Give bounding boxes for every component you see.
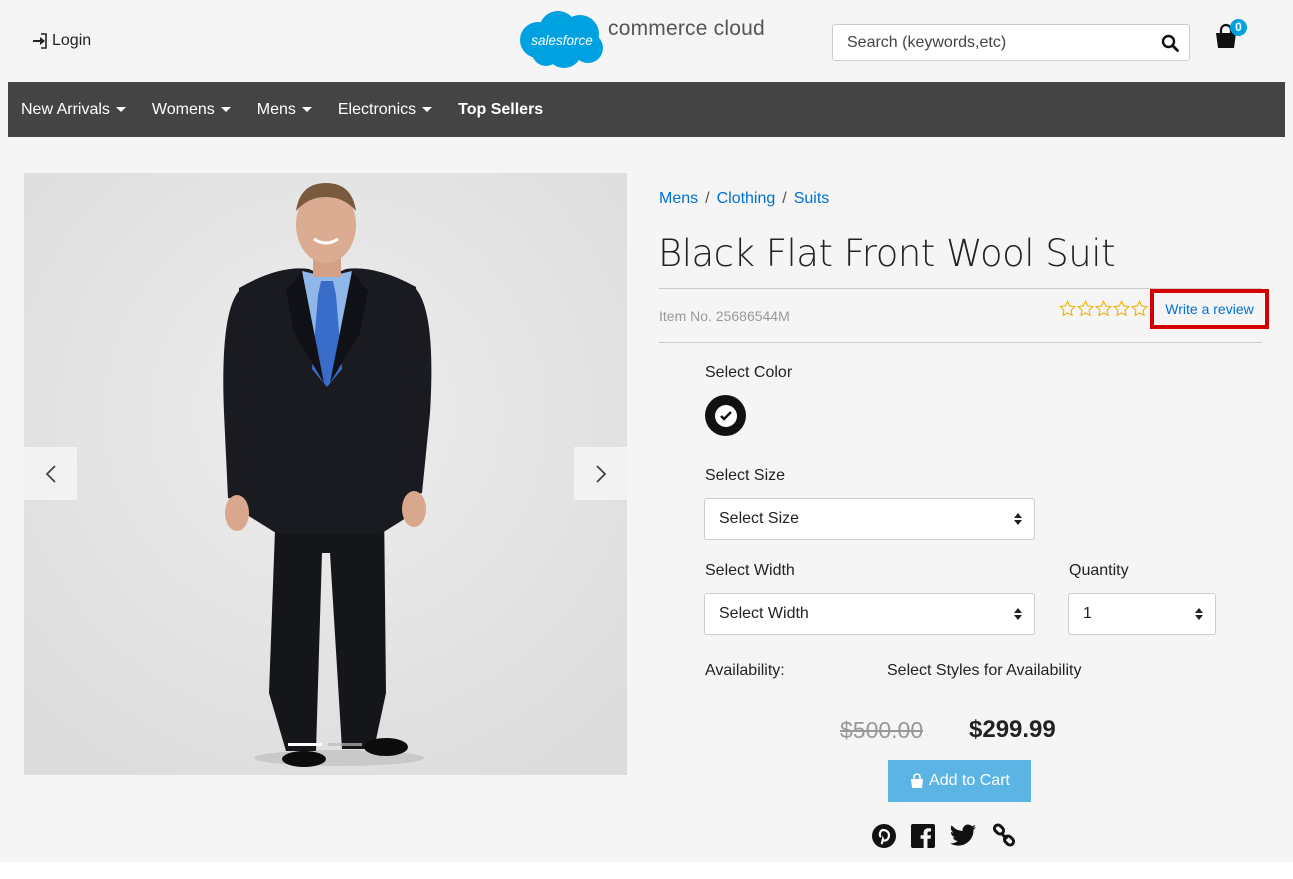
breadcrumb-link-clothing[interactable]: Clothing xyxy=(717,190,776,207)
carousel-indicators xyxy=(288,743,362,746)
login-link[interactable]: Login xyxy=(32,32,91,50)
star-icon xyxy=(1131,300,1148,317)
facebook-icon[interactable] xyxy=(911,824,935,848)
caret-down-icon xyxy=(301,107,312,112)
nav-label: Top Sellers xyxy=(458,100,544,118)
nav-label: Mens xyxy=(256,100,296,118)
carousel-prev-button[interactable] xyxy=(24,447,77,500)
social-share-links xyxy=(871,823,1017,849)
width-select-value: Select Width xyxy=(719,605,809,622)
site-logo[interactable]: salesforce commerce cloud xyxy=(516,10,765,70)
logo-badge-text: salesforce xyxy=(531,33,593,48)
quantity-select[interactable]: 1 xyxy=(1068,593,1216,635)
caret-down-icon xyxy=(422,107,433,112)
nav-item-womens[interactable]: Womens xyxy=(152,101,231,119)
nav-label: Electronics xyxy=(337,100,417,118)
breadcrumb-separator: / xyxy=(705,190,710,207)
width-select[interactable]: Select Width xyxy=(704,593,1035,635)
search-icon[interactable] xyxy=(1161,34,1179,52)
breadcrumb: Mens / Clothing / Suits xyxy=(659,190,829,208)
mini-cart[interactable]: 0 xyxy=(1212,19,1248,50)
sale-price: $299.99 xyxy=(969,716,1056,743)
login-label: Login xyxy=(52,32,92,49)
item-number: Item No. 25686544M xyxy=(659,308,790,324)
nav-item-electronics[interactable]: Electronics xyxy=(337,100,433,119)
nav-label: Womens xyxy=(151,100,215,118)
logo-text: commerce cloud xyxy=(608,17,765,40)
caret-down-icon xyxy=(220,107,231,112)
select-color-label: Select Color xyxy=(705,364,793,381)
chevron-left-icon xyxy=(45,464,56,483)
salesforce-cloud-logo: salesforce xyxy=(520,11,603,68)
nav-item-mens[interactable]: Mens xyxy=(257,101,312,119)
nav-item-new-arrivals[interactable]: New Arrivals xyxy=(21,101,126,119)
main-navigation: New Arrivals Womens Mens Electronics Top… xyxy=(8,82,1285,137)
add-to-cart-button[interactable]: Add to Cart xyxy=(888,760,1031,802)
search-input[interactable] xyxy=(833,33,1143,52)
breadcrumb-link-suits[interactable]: Suits xyxy=(794,190,830,207)
rating-stars[interactable] xyxy=(1059,300,1148,317)
divider xyxy=(659,342,1262,343)
breadcrumb-link-mens[interactable]: Mens xyxy=(659,190,698,207)
quantity-select-value: 1 xyxy=(1083,605,1092,622)
swatch-check xyxy=(714,404,737,427)
star-icon xyxy=(1077,300,1094,317)
twitter-icon[interactable] xyxy=(949,824,977,848)
add-to-cart-label: Add to Cart xyxy=(929,772,1010,789)
cart-count-badge: 0 xyxy=(1230,19,1247,36)
sign-in-icon xyxy=(33,33,47,49)
product-image-model-in-suit xyxy=(24,173,627,775)
star-icon xyxy=(1113,300,1130,317)
shopping-bag-icon xyxy=(911,773,924,788)
availability-label: Availability: xyxy=(705,662,785,679)
breadcrumb-separator: / xyxy=(782,190,787,207)
select-size-label: Select Size xyxy=(705,467,786,484)
nav-label: New Arrivals xyxy=(21,100,110,118)
size-select-value: Select Size xyxy=(719,510,800,527)
caret-down-icon xyxy=(115,107,126,112)
carousel-indicator-active[interactable] xyxy=(288,743,322,746)
star-icon xyxy=(1059,300,1076,317)
product-title: Black Flat Front Wool Suit xyxy=(658,232,1116,275)
select-arrows-icon xyxy=(1014,608,1022,620)
quantity-label: Quantity xyxy=(1069,562,1129,579)
page-footer-strip xyxy=(0,862,1293,879)
list-price: $500.00 xyxy=(840,717,924,743)
product-image-carousel xyxy=(24,173,627,775)
availability-value: Select Styles for Availability xyxy=(887,662,1082,679)
carousel-indicator[interactable] xyxy=(328,743,362,746)
search-box xyxy=(832,24,1190,61)
select-arrows-icon xyxy=(1014,513,1022,525)
write-review-highlight: Write a review xyxy=(1150,289,1269,329)
pinterest-icon[interactable] xyxy=(871,823,897,849)
copy-link-icon[interactable] xyxy=(991,823,1017,849)
star-icon xyxy=(1095,300,1112,317)
write-review-link[interactable]: Write a review xyxy=(1165,301,1253,317)
nav-item-top-sellers[interactable]: Top Sellers xyxy=(458,101,543,119)
select-arrows-icon xyxy=(1195,608,1203,620)
size-select[interactable]: Select Size xyxy=(704,498,1035,540)
color-swatch-black[interactable] xyxy=(705,395,746,436)
site-header: Login salesforce commerce cloud 0 xyxy=(0,0,1293,82)
chevron-right-icon xyxy=(595,464,606,483)
carousel-next-button[interactable] xyxy=(574,447,627,500)
check-icon xyxy=(719,410,732,421)
select-width-label: Select Width xyxy=(705,562,795,579)
